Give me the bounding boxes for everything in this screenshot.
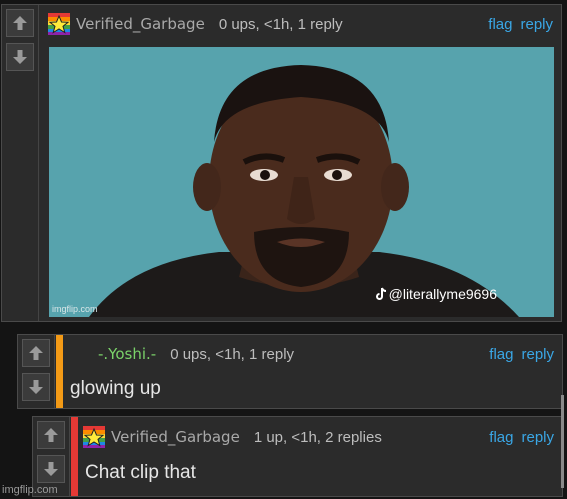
tiktok-icon (375, 287, 386, 300)
thread-accent-bar (56, 335, 63, 408)
downvote-button[interactable] (37, 455, 65, 483)
upvote-button[interactable] (22, 339, 50, 367)
star-flag-avatar-icon (48, 13, 70, 35)
arrow-down-icon (13, 50, 27, 64)
flag-link[interactable]: flag (489, 429, 513, 446)
arrow-up-icon (13, 16, 27, 30)
comment-text: glowing up (70, 378, 161, 399)
comment-actions: flag reply (481, 422, 554, 452)
reply-link[interactable]: reply (521, 346, 554, 363)
arrow-down-icon (44, 462, 58, 476)
tiktok-caption: @literallyme9696 (375, 286, 497, 302)
reply-link[interactable]: reply (520, 16, 553, 33)
comment-actions: flag reply (481, 339, 554, 369)
vote-column (2, 5, 39, 321)
downvote-button[interactable] (6, 43, 34, 71)
upvote-button[interactable] (6, 9, 34, 37)
comment-header: -.Yoshi.- 0 ups, <1h, 1 reply (98, 339, 294, 369)
username[interactable]: Verified_Garbage (111, 428, 240, 446)
comment-meta: 0 ups, <1h, 1 reply (218, 15, 343, 33)
comment-3: Verified_Garbage 1 up, <1h, 2 replies fl… (32, 416, 563, 497)
comment-meta: 0 ups, <1h, 1 reply (170, 345, 295, 363)
meme-image[interactable]: imgflip.com @literallyme9696 (49, 47, 554, 317)
imgflip-watermark: imgflip.com (2, 484, 58, 496)
arrow-down-icon (29, 380, 43, 394)
flag-link[interactable]: flag (488, 16, 512, 33)
comment-header: Verified_Garbage 1 up, <1h, 2 replies (83, 422, 382, 452)
username[interactable]: -.Yoshi.- (98, 345, 156, 363)
comment-2: -.Yoshi.- 0 ups, <1h, 1 reply flag reply… (17, 334, 563, 409)
flag-link[interactable]: flag (489, 346, 513, 363)
arrow-up-icon (44, 428, 58, 442)
reply-link[interactable]: reply (521, 429, 554, 446)
downvote-button[interactable] (22, 373, 50, 401)
meme-watermark: imgflip.com (52, 304, 98, 314)
vote-column (18, 335, 55, 408)
upvote-button[interactable] (37, 421, 65, 449)
scrollbar[interactable] (561, 395, 564, 488)
portrait-illustration (49, 47, 554, 317)
thread-accent-bar (71, 417, 78, 496)
username[interactable]: Verified_Garbage (76, 15, 205, 33)
comment-actions: flag reply (480, 9, 553, 39)
star-flag-avatar-icon (83, 426, 105, 448)
comment-meta: 1 up, <1h, 2 replies (253, 428, 382, 446)
arrow-up-icon (29, 346, 43, 360)
comment-header: Verified_Garbage 0 ups, <1h, 1 reply (48, 9, 343, 39)
tiktok-handle: @literallyme9696 (388, 286, 497, 302)
comment-text: Chat clip that (85, 462, 196, 483)
